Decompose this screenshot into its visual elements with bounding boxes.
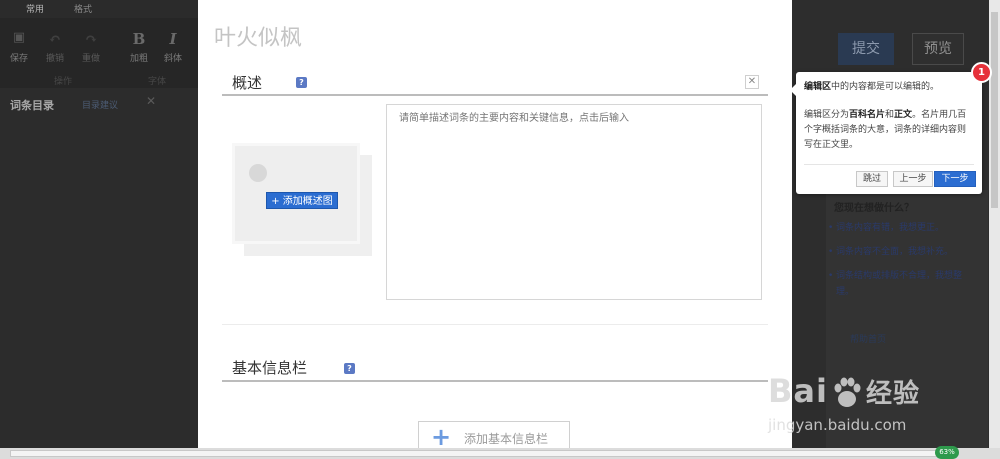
summary-section-title: 概述 — [232, 74, 263, 92]
sidebar-title: 词条目录 — [10, 99, 54, 112]
help-option-reorganize[interactable]: 词条结构或排版不合理，我想整理。 — [828, 268, 976, 300]
bold-label: 加粗 — [129, 54, 148, 64]
redo-label: 重做 — [81, 54, 100, 64]
tooltip-line-2-a: 编辑区分为 — [804, 110, 850, 120]
baidu-jingyan-watermark: Bai 经验 jingyan.baidu.com — [768, 372, 948, 442]
tooltip-bold-editarea: 编辑区 — [804, 82, 832, 92]
add-basic-info-label: 添加基本信息栏 — [464, 432, 549, 446]
entry-title[interactable]: 叶火似枫 — [214, 20, 302, 52]
save-icon: ▣ — [12, 30, 26, 45]
add-basic-info-button[interactable]: + 添加基本信息栏 — [418, 421, 570, 448]
tooltip-line-4: 写在正文里。 — [804, 140, 859, 150]
undo-icon: ↶ — [48, 30, 62, 48]
prev-step-button[interactable]: 上一步 — [893, 171, 933, 187]
redo-icon: ↷ — [84, 30, 98, 48]
tooltip-arrow — [790, 84, 796, 96]
italic-label: 斜体 — [163, 54, 182, 64]
bold-button[interactable]: B 加粗 — [124, 30, 154, 64]
section-divider — [222, 324, 768, 325]
submit-button[interactable]: 提交 — [838, 33, 894, 65]
status-badge: 63% — [935, 446, 959, 459]
basic-info-section-header — [222, 380, 768, 382]
italic-icon: I — [169, 30, 177, 48]
tooltip-line-2: 编辑区分为百科名片和正文。名片用几百 — [804, 108, 976, 123]
watermark-logo-jingyan: 经验 — [865, 379, 920, 409]
save-button[interactable]: ▣ 保存 — [4, 30, 34, 64]
tooltip-line-1-text: 中的内容都是可以编辑的。 — [831, 82, 940, 92]
help-option-supplement[interactable]: 词条内容不全面，我想补充。 — [828, 244, 976, 260]
tooltip-bold-body: 正文 — [894, 110, 913, 120]
horizontal-scrollbar[interactable] — [0, 448, 1000, 459]
tooltip-line-2-b: 和 — [885, 110, 895, 120]
italic-button[interactable]: I 斜体 — [158, 30, 188, 64]
tooltip-separator — [804, 164, 974, 165]
help-panel-title: 您现在想做什么？ — [834, 203, 914, 214]
toolbar-group-ops: 操作 — [54, 77, 73, 87]
tab-common[interactable]: 常用 — [26, 2, 44, 15]
preview-button[interactable]: 预览 — [912, 33, 964, 65]
editor-modal: 叶火似枫 概述 ? ✕ + 添加概述图 基本信息栏 ? + 添加基本信息栏 — [198, 0, 792, 448]
vertical-scroll-thumb[interactable] — [991, 12, 998, 208]
add-summary-image-button[interactable]: + 添加概述图 — [266, 192, 338, 209]
save-label: 保存 — [9, 54, 28, 64]
watermark-logo-bai: Bai — [768, 372, 828, 410]
guide-tooltip: 1 编辑区中的内容都是可以编辑的。 编辑区分为百科名片和正文。名片用几百 个字概… — [790, 62, 992, 194]
undo-button[interactable]: ↶ 撤销 — [40, 30, 70, 64]
undo-label: 撤销 — [45, 54, 64, 64]
tooltip-bold-card: 百科名片 — [849, 110, 886, 120]
watermark-url: jingyan.baidu.com — [768, 416, 907, 434]
summary-input[interactable] — [386, 104, 762, 300]
horizontal-scroll-thumb[interactable] — [10, 450, 940, 457]
help-home-link[interactable]: 帮助首页 — [850, 332, 886, 345]
toolbar: ▣ 保存 ↶ 撤销 ↷ 重做 B 加粗 I 斜体 操作 字体 — [0, 18, 200, 88]
bold-icon: B — [132, 30, 146, 48]
basic-info-help-icon[interactable]: ? — [344, 363, 355, 374]
sidebar: 词条目录 目录建议 ✕ — [0, 88, 200, 448]
next-step-button[interactable]: 下一步 — [934, 171, 976, 187]
catalog-suggest-dropdown[interactable]: 目录建议 — [82, 98, 118, 111]
tooltip-line-2-c: 。名片用几百 — [912, 110, 967, 120]
tooltip-line-3: 个字概括词条的大意，词条的详细内容则 — [804, 125, 967, 135]
sidebar-close-icon[interactable]: ✕ — [146, 94, 156, 108]
help-option-correct[interactable]: 词条内容有错，我想更正。 — [828, 220, 976, 236]
redo-button[interactable]: ↷ 重做 — [76, 30, 106, 64]
image-sun-icon — [249, 164, 267, 182]
tab-format[interactable]: 格式 — [74, 2, 92, 15]
skip-button[interactable]: 跳过 — [856, 171, 888, 187]
summary-close-icon[interactable]: ✕ — [745, 75, 759, 89]
toolbar-group-font: 字体 — [148, 77, 167, 87]
summary-help-icon[interactable]: ? — [296, 77, 307, 88]
paw-icon — [834, 377, 861, 407]
basic-info-section-title: 基本信息栏 — [232, 359, 308, 377]
plus-icon: + — [431, 423, 452, 448]
tooltip-line-1: 编辑区中的内容都是可以编辑的。 — [804, 80, 976, 95]
summary-section-header — [222, 94, 768, 96]
